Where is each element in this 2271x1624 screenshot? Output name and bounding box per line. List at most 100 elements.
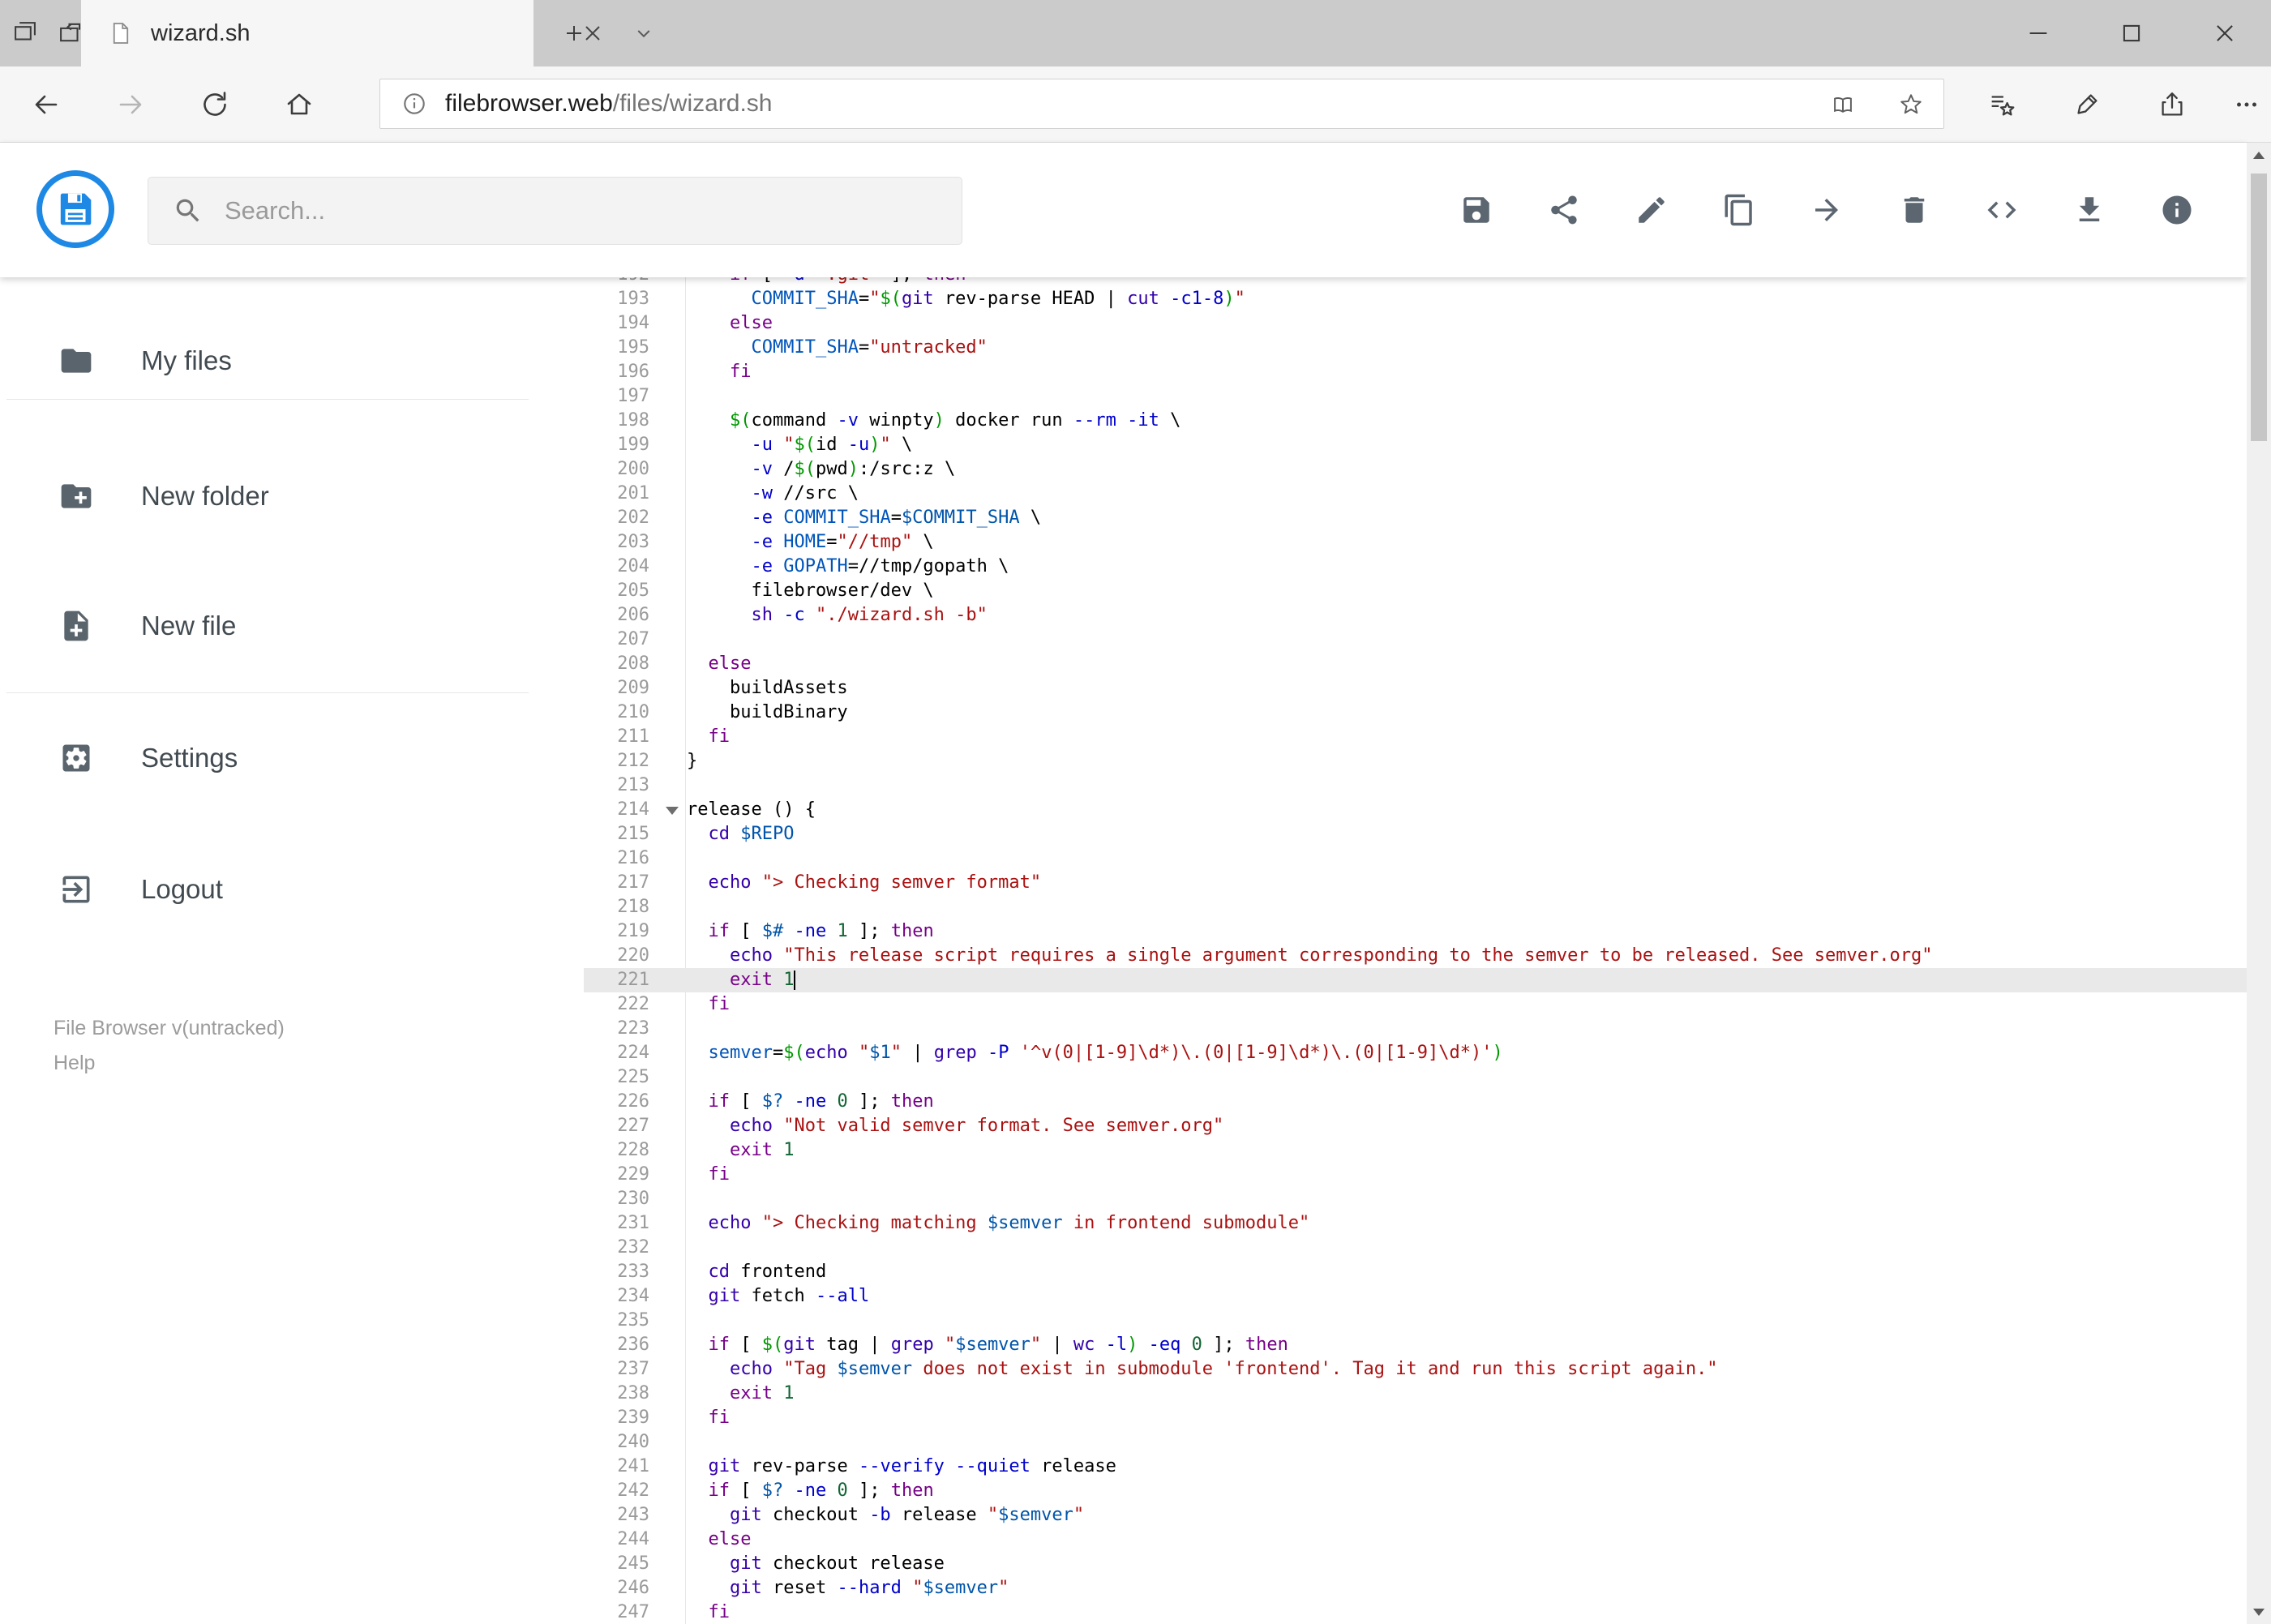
code-line[interactable]: 243 git checkout -b release "$semver" xyxy=(584,1503,2247,1528)
sidebar-item-new-folder[interactable]: New folder xyxy=(0,452,584,541)
sidebar-item-new-file[interactable]: New file xyxy=(0,581,584,671)
code-line[interactable]: 226 if [ $? -ne 0 ]; then xyxy=(584,1090,2247,1114)
code-line[interactable]: 193 COMMIT_SHA="$(git rev-parse HEAD | c… xyxy=(584,287,2247,311)
code-line[interactable]: 246 git reset --hard "$semver" xyxy=(584,1576,2247,1600)
code-line[interactable]: 216 xyxy=(584,846,2247,871)
code-line[interactable]: 192 if [ -d ".git" ]; then xyxy=(584,277,2247,287)
code-line[interactable]: 220 echo "This release script requires a… xyxy=(584,944,2247,968)
code-line[interactable]: 194 else xyxy=(584,311,2247,336)
code-line[interactable]: 244 else xyxy=(584,1528,2247,1552)
code-line[interactable]: 234 git fetch --all xyxy=(584,1284,2247,1309)
code-line[interactable]: 198 $(command -v winpty) docker run --rm… xyxy=(584,409,2247,433)
maximize-icon[interactable] xyxy=(2085,0,2178,66)
set-tabs-aside-icon[interactable] xyxy=(57,19,84,49)
favorite-star-icon[interactable] xyxy=(1896,90,1926,119)
delete-button[interactable] xyxy=(1897,193,1931,227)
share-button[interactable] xyxy=(1547,193,1581,227)
forward-icon[interactable] xyxy=(102,76,159,133)
web-note-pen-icon[interactable] xyxy=(2059,76,2115,133)
move-button[interactable] xyxy=(1810,193,1844,227)
reading-view-icon[interactable] xyxy=(1828,90,1858,119)
code-line[interactable]: 223 xyxy=(584,1017,2247,1041)
refresh-icon[interactable] xyxy=(186,76,243,133)
copy-button[interactable] xyxy=(1722,193,1756,227)
minimize-icon[interactable] xyxy=(1991,0,2085,66)
code-line[interactable]: 233 cd frontend xyxy=(584,1260,2247,1284)
close-icon[interactable] xyxy=(2178,0,2271,66)
scrollbar-up-icon[interactable] xyxy=(2247,143,2271,167)
code-line[interactable]: 218 xyxy=(584,895,2247,919)
code-line[interactable]: 219 if [ $# -ne 1 ]; then xyxy=(584,919,2247,944)
code-line[interactable]: 238 exit 1 xyxy=(584,1382,2247,1406)
code-line[interactable]: 199 -u "$(id -u)" \ xyxy=(584,433,2247,457)
tabs-set-aside-icon[interactable] xyxy=(11,19,39,49)
code-line[interactable]: 221 exit 1 xyxy=(584,968,2247,992)
code-line[interactable]: 212} xyxy=(584,749,2247,773)
code-line[interactable]: 217 echo "> Checking semver format" xyxy=(584,871,2247,895)
back-icon[interactable] xyxy=(18,76,75,133)
page-info-icon[interactable] xyxy=(400,89,429,118)
code-line[interactable]: 230 xyxy=(584,1187,2247,1211)
code-line[interactable]: 195 COMMIT_SHA="untracked" xyxy=(584,336,2247,360)
page-scrollbar[interactable] xyxy=(2247,143,2271,1624)
home-icon[interactable] xyxy=(271,76,328,133)
code-line[interactable]: 205 filebrowser/dev \ xyxy=(584,579,2247,603)
download-button[interactable] xyxy=(2072,193,2106,227)
code-line[interactable]: 208 else xyxy=(584,652,2247,676)
new-tab-icon[interactable] xyxy=(548,0,600,66)
search-input[interactable] xyxy=(225,196,938,225)
code-line[interactable]: 197 xyxy=(584,384,2247,409)
address-bar[interactable]: filebrowser.web/files/wizard.sh xyxy=(379,79,1944,129)
fold-toggle-icon[interactable] xyxy=(666,807,679,815)
code-line[interactable]: 239 fi xyxy=(584,1406,2247,1430)
code-line[interactable]: 213 xyxy=(584,773,2247,798)
code-line[interactable]: 206 sh -c "./wizard.sh -b" xyxy=(584,603,2247,628)
code-line[interactable]: 214 release () { xyxy=(584,798,2247,822)
code-line[interactable]: 224 semver=$(echo "$1" | grep -P '^v(0|[… xyxy=(584,1041,2247,1065)
code-line[interactable]: 209 buildAssets xyxy=(584,676,2247,701)
code-line[interactable]: 204 -e GOPATH=//tmp/gopath \ xyxy=(584,555,2247,579)
share-page-icon[interactable] xyxy=(2144,76,2200,133)
search-box[interactable] xyxy=(148,177,962,245)
code-line[interactable]: 201 -w //src \ xyxy=(584,482,2247,506)
more-options-icon[interactable] xyxy=(2218,76,2271,133)
code-line[interactable]: 211 fi xyxy=(584,725,2247,749)
scrollbar-thumb[interactable] xyxy=(2251,174,2267,441)
code-icon xyxy=(1987,201,2016,219)
code-editor[interactable]: 192 if [ -d ".git" ]; then193 COMMIT_SHA… xyxy=(584,277,2247,1624)
code-line[interactable]: 202 -e COMMIT_SHA=$COMMIT_SHA \ xyxy=(584,506,2247,530)
save-button[interactable] xyxy=(1459,193,1493,227)
sidebar-item-my-files[interactable]: My files xyxy=(0,316,584,405)
code-line[interactable]: 229 fi xyxy=(584,1163,2247,1187)
help-link[interactable]: Help xyxy=(54,1046,285,1081)
rename-button[interactable] xyxy=(1635,193,1669,227)
code-line[interactable]: 196 fi xyxy=(584,360,2247,384)
code-line[interactable]: 227 echo "Not valid semver format. See s… xyxy=(584,1114,2247,1138)
tab-preview-chevron-icon[interactable] xyxy=(618,0,670,66)
code-line[interactable]: 237 echo "Tag $semver does not exist in … xyxy=(584,1357,2247,1382)
code-line[interactable]: 203 -e HOME="//tmp" \ xyxy=(584,530,2247,555)
code-line[interactable]: 207 xyxy=(584,628,2247,652)
scrollbar-down-icon[interactable] xyxy=(2247,1600,2271,1624)
code-line[interactable]: 225 xyxy=(584,1065,2247,1090)
raw-code-button[interactable] xyxy=(1985,193,2019,227)
code-line[interactable]: 210 buildBinary xyxy=(584,701,2247,725)
browser-tab[interactable]: wizard.sh xyxy=(81,0,600,66)
code-line[interactable]: 215 cd $REPO xyxy=(584,822,2247,846)
code-line[interactable]: 231 echo "> Checking matching $semver in… xyxy=(584,1211,2247,1236)
sidebar-item-settings[interactable]: Settings xyxy=(0,713,584,803)
code-line[interactable]: 235 xyxy=(584,1309,2247,1333)
code-line[interactable]: 200 -v /$(pwd):/src:z \ xyxy=(584,457,2247,482)
code-line[interactable]: 228 exit 1 xyxy=(584,1138,2247,1163)
code-line[interactable]: 242 if [ $? -ne 0 ]; then xyxy=(584,1479,2247,1503)
sidebar-item-logout[interactable]: Logout xyxy=(0,845,584,934)
code-line[interactable]: 236 if [ $(git tag | grep "$semver" | wc… xyxy=(584,1333,2247,1357)
info-button[interactable] xyxy=(2160,193,2194,227)
code-line[interactable]: 241 git rev-parse --verify --quiet relea… xyxy=(584,1455,2247,1479)
code-line[interactable]: 247 fi xyxy=(584,1600,2247,1624)
code-line[interactable]: 245 git checkout release xyxy=(584,1552,2247,1576)
code-line[interactable]: 232 xyxy=(584,1236,2247,1260)
code-line[interactable]: 222 fi xyxy=(584,992,2247,1017)
code-line[interactable]: 240 xyxy=(584,1430,2247,1455)
hub-icon[interactable] xyxy=(1973,76,2030,133)
